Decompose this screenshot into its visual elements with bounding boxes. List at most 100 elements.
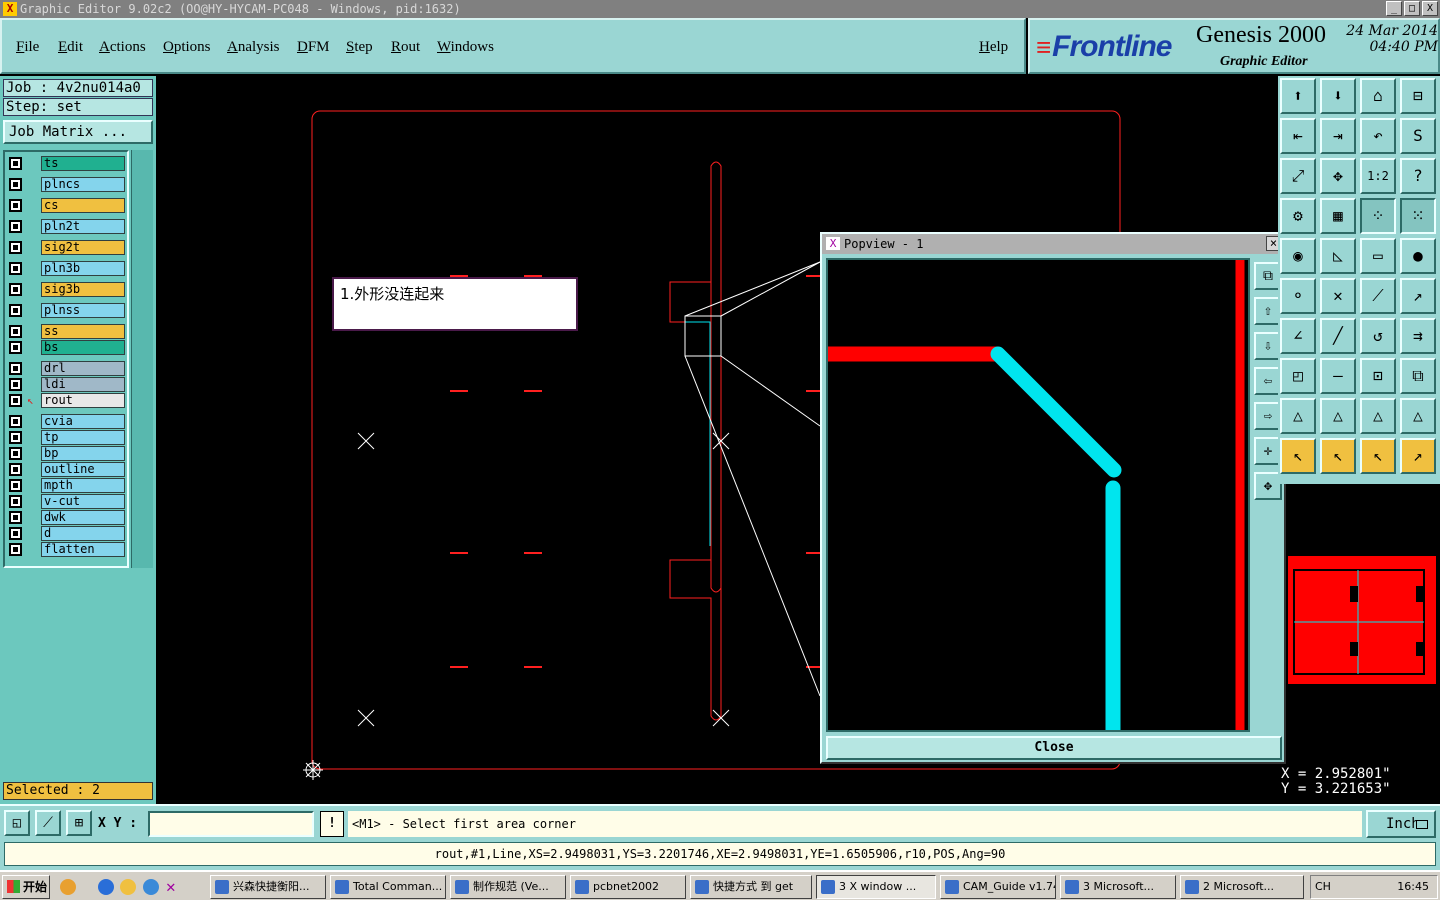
layer-row-cvia[interactable]: cvia <box>7 414 125 429</box>
layer-checkbox[interactable] <box>9 527 22 540</box>
s-curve-icon[interactable]: S <box>1400 118 1436 154</box>
taskbar-item[interactable]: 3 X window ... <box>816 875 936 899</box>
measure-icon[interactable]: ⟋ <box>35 810 61 836</box>
popview-zoom-view[interactable] <box>826 258 1250 738</box>
layer-row-dwk[interactable]: dwk <box>7 510 125 525</box>
angle-icon[interactable]: ∠ <box>1280 318 1316 354</box>
layer-checkbox[interactable] <box>9 463 22 476</box>
down-icon[interactable]: ⬇ <box>1320 78 1356 114</box>
layer-name[interactable]: rout <box>41 393 125 408</box>
arc-icon[interactable]: ↺ <box>1360 318 1396 354</box>
job-matrix-button[interactable]: Job Matrix ... <box>3 120 153 144</box>
layer-checkbox[interactable] <box>9 325 22 338</box>
layer-name[interactable]: d <box>41 526 125 541</box>
clock-app-icon[interactable] <box>120 879 136 895</box>
layer-name[interactable]: flatten <box>41 542 125 557</box>
layer-name[interactable]: dwk <box>41 510 125 525</box>
browser-icon[interactable] <box>143 879 159 895</box>
layer-name[interactable]: bs <box>41 340 125 355</box>
layer-checkbox[interactable] <box>9 511 22 524</box>
layer-name[interactable]: ss <box>41 324 125 339</box>
triangle2-icon[interactable]: △ <box>1320 398 1356 434</box>
layer-row-rout[interactable]: ↖ rout <box>7 393 125 408</box>
interrupt-button[interactable]: ! <box>320 811 344 837</box>
connect-icon[interactable]: ⚬ <box>1280 278 1316 314</box>
right-icon[interactable]: ⇥ <box>1320 118 1356 154</box>
select4-icon[interactable]: ↗ <box>1400 438 1436 474</box>
ie-icon[interactable] <box>98 879 114 895</box>
layer-checkbox[interactable] <box>9 415 22 428</box>
ruler-icon[interactable]: ▭ <box>1360 238 1396 274</box>
dot-icon[interactable]: ● <box>1400 238 1436 274</box>
settings-icon[interactable]: ⚙ <box>1280 198 1316 234</box>
double-arrow-icon[interactable]: ⇉ <box>1400 318 1436 354</box>
move-pad-icon[interactable]: ◰ <box>1280 358 1316 394</box>
ratio-icon[interactable]: 1:2 <box>1360 158 1396 194</box>
maximize-button[interactable]: □ <box>1404 1 1420 16</box>
taskbar-item[interactable]: CAM_Guide v1.74 <box>940 875 1056 899</box>
close-window-button[interactable]: X <box>1422 1 1438 16</box>
help-icon[interactable]: ? <box>1400 158 1436 194</box>
layer-row-v-cut[interactable]: v-cut <box>7 494 125 509</box>
quicklaunch-icon[interactable] <box>60 879 76 895</box>
house-icon[interactable]: ⌂ <box>1360 78 1396 114</box>
taskbar-item[interactable]: 兴森快捷衡阳... <box>210 875 326 899</box>
layer-row-pln2t[interactable]: pln2t <box>7 219 125 234</box>
menu-windows[interactable]: Windows <box>437 39 494 56</box>
layer-checkbox[interactable] <box>9 362 22 375</box>
pad-icon[interactable]: ◉ <box>1280 238 1316 274</box>
menu-edit[interactable]: Edit <box>58 39 83 56</box>
layer-name[interactable]: cvia <box>41 414 125 429</box>
triangle3-icon[interactable]: △ <box>1360 398 1396 434</box>
popview-close-button[interactable]: Close <box>826 736 1282 760</box>
layer-name[interactable]: pln2t <box>41 219 125 234</box>
triangle-icon[interactable]: △ <box>1280 398 1316 434</box>
layers2-icon[interactable]: ⁙ <box>1400 198 1436 234</box>
layer-row-outline[interactable]: outline <box>7 462 125 477</box>
layer-name[interactable]: v-cut <box>41 494 125 509</box>
layer-checkbox[interactable] <box>9 241 22 254</box>
layer-name[interactable]: pln3b <box>41 261 125 276</box>
layer-name[interactable]: plnss <box>41 303 125 318</box>
arrow-line-icon[interactable]: ↗ <box>1400 278 1436 314</box>
layer-name[interactable]: ldi <box>41 377 125 392</box>
layer-checkbox[interactable] <box>9 157 22 170</box>
units-selector[interactable]: Inch <box>1366 810 1436 838</box>
layer-row-drl[interactable]: drl <box>7 361 125 376</box>
select2-icon[interactable]: ↖ <box>1320 438 1356 474</box>
menu-help[interactable]: Help <box>979 39 1008 56</box>
layer-checkbox[interactable] <box>9 394 22 407</box>
layer-name[interactable]: outline <box>41 462 125 477</box>
menu-rout[interactable]: Rout <box>391 39 420 56</box>
layer-name[interactable]: ts <box>41 156 125 171</box>
layer-checkbox[interactable] <box>9 283 22 296</box>
layer-row-plnss[interactable]: plnss <box>7 303 125 318</box>
taskbar-item[interactable]: 2 Microsoft... <box>1180 875 1304 899</box>
language-indicator[interactable]: CH <box>1315 876 1331 898</box>
layer-name[interactable]: sig3b <box>41 282 125 297</box>
layer-list-scrollbar[interactable] <box>131 150 153 568</box>
layer-row-d[interactable]: d <box>7 526 125 541</box>
layer-row-ldi[interactable]: ldi <box>7 377 125 392</box>
taskbar-item[interactable]: 3 Microsoft... <box>1060 875 1176 899</box>
minimize-button[interactable]: _ <box>1386 1 1402 16</box>
move-icon[interactable]: ✥ <box>1320 158 1356 194</box>
layer-checkbox[interactable] <box>9 431 22 444</box>
layer-row-sig3b[interactable]: sig3b <box>7 282 125 297</box>
layer-checkbox[interactable] <box>9 447 22 460</box>
menu-step[interactable]: Step <box>346 39 373 56</box>
layer-row-mpth[interactable]: mpth <box>7 478 125 493</box>
layer-checkbox[interactable] <box>9 220 22 233</box>
layer-name[interactable]: plncs <box>41 177 125 192</box>
layer-checkbox[interactable] <box>9 262 22 275</box>
layer-checkbox[interactable] <box>9 178 22 191</box>
left-icon[interactable]: ⇤ <box>1280 118 1316 154</box>
snap-icon[interactable]: ◱ <box>4 810 30 836</box>
menu-actions[interactable]: Actions <box>99 39 146 56</box>
popview-title-bar[interactable]: X Popview - 1 × <box>822 234 1284 254</box>
panel-icon[interactable]: ⊟ <box>1400 78 1436 114</box>
xy-input[interactable] <box>148 811 314 837</box>
layer-row-tp[interactable]: tp <box>7 430 125 445</box>
cross-icon[interactable]: ✕ <box>1320 278 1356 314</box>
layer-checkbox[interactable] <box>9 341 22 354</box>
